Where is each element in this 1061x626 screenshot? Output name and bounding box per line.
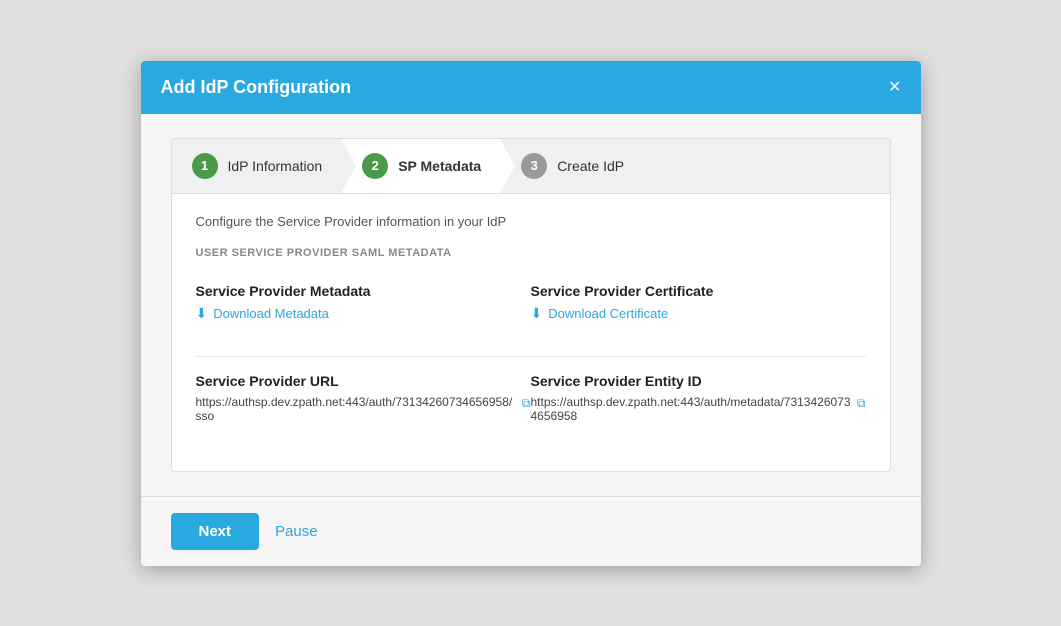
- sp-certificate-cell: Service Provider Certificate ⬇ Download …: [531, 273, 866, 342]
- sp-url-cell: Service Provider URL https://authsp.dev.…: [196, 342, 531, 443]
- download-certificate-icon: ⬇: [531, 305, 543, 322]
- divider-2: [531, 356, 866, 357]
- sp-entity-id-cell: Service Provider Entity ID https://auths…: [531, 342, 866, 443]
- copy-url-icon[interactable]: ⧉: [522, 396, 531, 411]
- step-1[interactable]: 1 IdP Information: [172, 139, 343, 193]
- step-3-label: Create IdP: [557, 158, 624, 174]
- sp-url-value: https://authsp.dev.zpath.net:443/auth/73…: [196, 395, 531, 423]
- step-3[interactable]: 3 Create IdP: [501, 139, 644, 193]
- metadata-grid: Service Provider Metadata ⬇ Download Met…: [196, 273, 866, 443]
- step-1-label: IdP Information: [228, 158, 323, 174]
- step-3-number: 3: [521, 153, 547, 179]
- sp-metadata-cell: Service Provider Metadata ⬇ Download Met…: [196, 273, 531, 342]
- sp-certificate-label: Service Provider Certificate: [531, 283, 866, 299]
- step-2[interactable]: 2 SP Metadata: [342, 139, 501, 193]
- download-certificate-text: Download Certificate: [548, 306, 668, 321]
- divider-1: [196, 356, 531, 357]
- steps-container: 1 IdP Information 2 SP Metadata 3 Create…: [171, 138, 891, 472]
- sp-entity-id-text: https://authsp.dev.zpath.net:443/auth/me…: [531, 395, 853, 423]
- section-label: USER SERVICE PROVIDER SAML METADATA: [196, 247, 866, 259]
- sp-entity-id-value: https://authsp.dev.zpath.net:443/auth/me…: [531, 395, 866, 423]
- download-metadata-text: Download Metadata: [213, 306, 329, 321]
- step-2-label: SP Metadata: [398, 158, 481, 174]
- modal-body: 1 IdP Information 2 SP Metadata 3 Create…: [141, 114, 921, 496]
- step-2-number: 2: [362, 153, 388, 179]
- modal-container: Add IdP Configuration × 1 IdP Informatio…: [141, 61, 921, 566]
- sp-entity-id-label: Service Provider Entity ID: [531, 373, 866, 389]
- sp-url-text: https://authsp.dev.zpath.net:443/auth/73…: [196, 395, 518, 423]
- download-metadata-link[interactable]: ⬇ Download Metadata: [196, 305, 531, 322]
- copy-entity-id-icon[interactable]: ⧉: [857, 396, 866, 411]
- steps-content: Configure the Service Provider informati…: [172, 194, 890, 471]
- download-metadata-icon: ⬇: [196, 305, 208, 322]
- sp-url-label: Service Provider URL: [196, 373, 531, 389]
- next-button[interactable]: Next: [171, 513, 260, 550]
- pause-button[interactable]: Pause: [275, 523, 318, 540]
- content-description: Configure the Service Provider informati…: [196, 214, 866, 229]
- modal-footer: Next Pause: [141, 496, 921, 566]
- step-1-number: 1: [192, 153, 218, 179]
- page-background: Add IdP Configuration × 1 IdP Informatio…: [0, 0, 1061, 626]
- steps-header: 1 IdP Information 2 SP Metadata 3 Create…: [172, 139, 890, 194]
- close-button[interactable]: ×: [889, 77, 901, 97]
- modal-header: Add IdP Configuration ×: [141, 61, 921, 114]
- download-certificate-link[interactable]: ⬇ Download Certificate: [531, 305, 866, 322]
- sp-metadata-label: Service Provider Metadata: [196, 283, 531, 299]
- modal-title: Add IdP Configuration: [161, 77, 352, 98]
